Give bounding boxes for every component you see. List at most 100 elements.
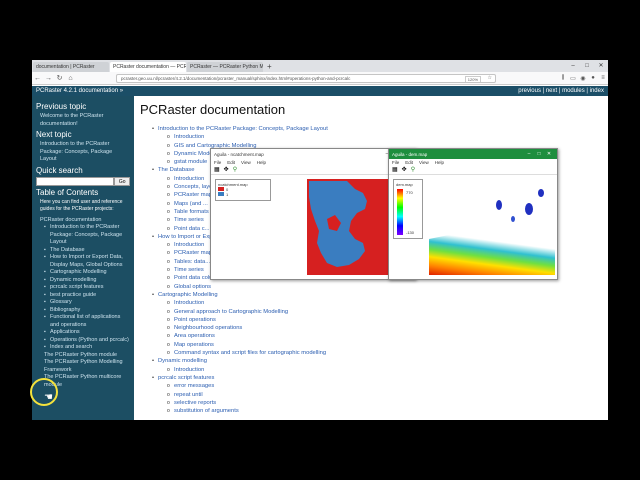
back-icon[interactable]: ← — [32, 75, 43, 82]
toc-subsection-link[interactable]: substitution of arguments — [140, 407, 602, 416]
dem-map[interactable] — [429, 179, 555, 275]
menu-view[interactable]: View — [419, 159, 429, 166]
toc-section-link[interactable]: Introduction to the PCRaster Package: Co… — [140, 125, 602, 134]
search-input[interactable] — [36, 176, 115, 186]
legend-title: dem.map — [396, 182, 413, 187]
legend-swatch-0 — [218, 187, 224, 191]
search-box: Go — [36, 176, 130, 186]
legend-min: -130 — [406, 230, 415, 235]
maximize-icon[interactable]: □ — [580, 60, 594, 72]
dem-legend: dem.map 770 -130 — [393, 179, 423, 239]
toc-subsection-link[interactable]: selective reports — [140, 399, 602, 408]
zoom-level[interactable]: 120% — [464, 75, 481, 82]
next-topic-heading: Next topic — [36, 130, 72, 139]
2d-view-icon[interactable]: ▦ — [392, 166, 398, 174]
toc-item[interactable]: best practice guide — [36, 292, 130, 300]
toc-item[interactable]: Applications — [36, 329, 130, 337]
window-menu: File Edit View Help — [389, 159, 557, 166]
toc-extra-link[interactable]: The PCRaster Python Modelling Framework — [36, 359, 130, 374]
toc-subsection-link[interactable]: error messages — [140, 382, 602, 391]
browser-tab[interactable]: PCRaster — PCRaster Python Mo... — [187, 62, 263, 72]
window-titlebar[interactable]: Aguila - dem.map – □ ✕ — [389, 149, 557, 159]
toc-item[interactable]: The Database — [36, 247, 130, 255]
toc-item[interactable]: Bibliography — [36, 307, 130, 315]
close-icon[interactable]: ✕ — [544, 151, 554, 157]
toc-subsection-link[interactable]: Introduction — [140, 133, 602, 142]
forward-icon[interactable]: → — [43, 75, 54, 82]
extension-icon[interactable]: ◉ — [578, 75, 588, 82]
zoom-icon[interactable]: ⚲ — [411, 166, 415, 174]
home-icon[interactable]: ⌂ — [65, 75, 76, 82]
toc-section-link[interactable]: Dynamic modelling — [140, 357, 602, 366]
bookmark-star-icon[interactable]: ☆ — [488, 75, 492, 81]
menu-edit[interactable]: Edit — [227, 159, 235, 166]
toc-item[interactable]: Functional list of applications and oper… — [36, 314, 130, 329]
toc-subsection-link[interactable]: Area operations — [140, 332, 602, 341]
legend-entry: 1 — [218, 192, 268, 197]
legend-swatch-1 — [218, 192, 224, 196]
toc-extra-link[interactable]: The PCRaster Python module — [36, 352, 130, 360]
toc-item[interactable]: Introduction to the PCRaster Package: Co… — [36, 224, 130, 247]
minimize-icon[interactable]: – — [566, 60, 580, 72]
browser-tab[interactable]: documentation | PCRaster — [33, 62, 109, 72]
browser-tab-active[interactable]: PCRaster documentation — PCRa... — [110, 62, 186, 72]
2d-view-icon[interactable]: ▦ — [214, 166, 220, 174]
toc-subsection-link[interactable]: General approach to Cartographic Modelli… — [140, 308, 602, 317]
menu-edit[interactable]: Edit — [405, 159, 413, 166]
dem-lake — [496, 200, 502, 210]
toc-heading: Table of Contents — [36, 187, 99, 197]
aguila-window-ncatchment[interactable]: Aguila - ncatchment.map –□✕ File Edit Vi… — [210, 148, 416, 280]
legend-label: 1 — [226, 192, 229, 197]
menu-file[interactable]: File — [392, 159, 399, 166]
zoom-icon[interactable]: ⚲ — [233, 166, 237, 174]
new-tab-icon[interactable]: + — [263, 62, 276, 72]
reload-icon[interactable]: ↻ — [54, 74, 65, 82]
toc-subsection-link[interactable]: Global options — [140, 283, 602, 292]
toc-subsection-link[interactable]: Map operations — [140, 341, 602, 350]
url-bar[interactable]: pcraster.geo.uu.nl/pcraster/4.2.1/docume… — [116, 73, 496, 83]
library-icon[interactable]: ⫼ — [558, 75, 568, 82]
toc-item[interactable]: Index and search — [36, 344, 130, 352]
sidebar: Previous topic Welcome to the PCRaster d… — [32, 96, 134, 420]
toc-subsection-link[interactable]: Neighbourhood operations — [140, 324, 602, 333]
doc-nav-links[interactable]: previous | next | modules | index — [518, 86, 604, 96]
account-icon[interactable]: ● — [588, 75, 598, 82]
menu-icon[interactable]: ≡ — [598, 75, 608, 82]
minimize-icon[interactable]: – — [524, 151, 534, 157]
legend-colorbar — [397, 189, 403, 235]
menu-file[interactable]: File — [214, 159, 221, 166]
toc-item[interactable]: Operations (Python and pcrcalc) — [36, 337, 130, 345]
window-titlebar[interactable]: Aguila - ncatchment.map –□✕ — [211, 149, 415, 159]
mouse-pointer-icon: ☚ — [44, 392, 53, 403]
close-icon[interactable]: ✕ — [594, 60, 608, 72]
window-title: Aguila - dem.map — [392, 151, 428, 157]
prev-topic-heading: Previous topic — [36, 102, 87, 111]
toolbar-icons: ⫼ ▭ ◉ ● ≡ — [558, 75, 608, 82]
toc-item[interactable]: Dynamic modelling — [36, 277, 130, 285]
next-topic-link[interactable]: Introduction to the PCRaster Package: Co… — [36, 141, 130, 164]
menu-help[interactable]: Help — [435, 159, 444, 166]
toc-subsection-link[interactable]: Introduction — [140, 366, 602, 375]
maximize-icon[interactable]: □ — [534, 151, 544, 157]
toc-section-link[interactable]: Cartographic Modelling — [140, 291, 602, 300]
toc-item[interactable]: Cartographic Modelling — [36, 269, 130, 277]
menu-help[interactable]: Help — [257, 159, 266, 166]
toc-subsection-link[interactable]: repeat until — [140, 391, 602, 400]
toc-item[interactable]: pcrcalc script features — [36, 284, 130, 292]
toc-subsection-link[interactable]: Command syntax and script files for cart… — [140, 349, 602, 358]
aguila-window-dem[interactable]: Aguila - dem.map – □ ✕ File Edit View Help… — [388, 148, 558, 280]
search-go-button[interactable]: Go — [114, 176, 130, 186]
toc-root-link[interactable]: PCRaster documentation — [36, 217, 130, 225]
doc-title-link[interactable]: PCRaster 4.2.1 documentation » — [36, 86, 123, 96]
cursor-icon[interactable]: ✥ — [402, 166, 407, 174]
toc-item[interactable]: How to Import or Export Data, Display Ma… — [36, 254, 130, 269]
prev-topic-link[interactable]: Welcome to the PCRaster documentation! — [36, 113, 130, 128]
toc-section-link[interactable]: pcrcalc script features — [140, 374, 602, 383]
dem-lake — [538, 189, 544, 197]
toc-subsection-link[interactable]: Point operations — [140, 316, 602, 325]
menu-view[interactable]: View — [241, 159, 251, 166]
toc-subsection-link[interactable]: Introduction — [140, 299, 602, 308]
toc-item[interactable]: Glossary — [36, 299, 130, 307]
sidebar-icon[interactable]: ▭ — [568, 75, 578, 82]
cursor-icon[interactable]: ✥ — [224, 166, 229, 174]
